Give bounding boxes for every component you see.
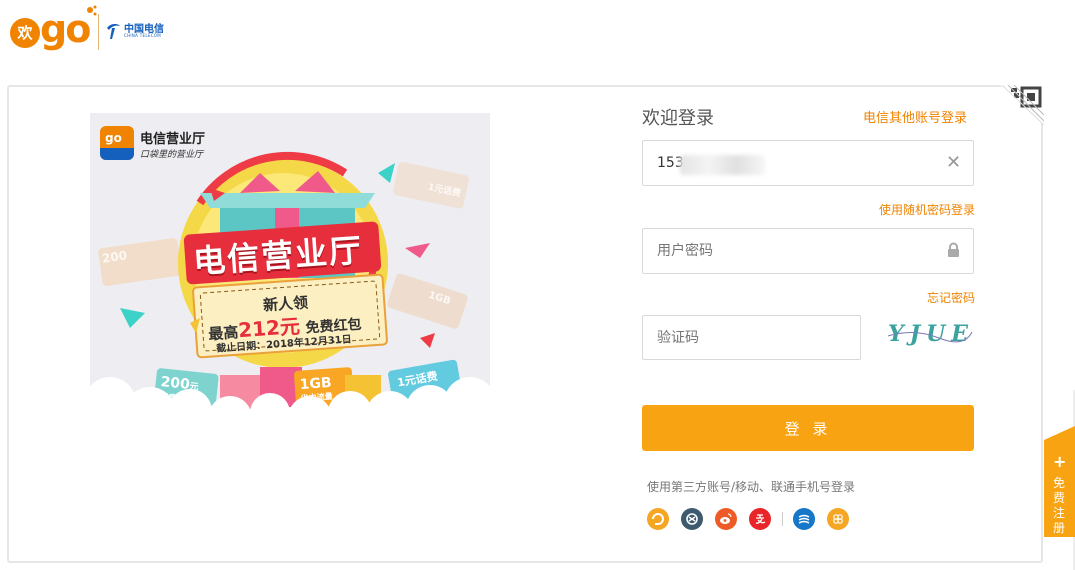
- app-name: 电信营业厅: [140, 132, 206, 147]
- register-tab-notch: [1044, 426, 1075, 440]
- free-register-tab[interactable]: + 免费注册: [1044, 426, 1075, 537]
- china-unicom-glyph: [833, 514, 843, 524]
- coupon-1gb: 1GB 省内流量: [299, 372, 333, 404]
- logo-divider: [98, 14, 99, 50]
- qq-icon[interactable]: [681, 508, 703, 530]
- social-separator: [782, 512, 783, 526]
- captcha-input[interactable]: [642, 315, 861, 360]
- logo-go-text: go: [40, 7, 91, 51]
- qr-code-icon[interactable]: [1000, 85, 1044, 125]
- promo-banner[interactable]: go 电信营业厅 口袋里的营业厅 电信营业厅 新人领 最高212元 免费红包 截…: [90, 113, 490, 443]
- captcha-image[interactable]: YJUE: [884, 316, 974, 350]
- login-button[interactable]: 登 录: [642, 405, 974, 451]
- china-unicom-icon[interactable]: [827, 508, 849, 530]
- telecom-en-text: CHINA TELECOM: [124, 33, 161, 38]
- banner-illustration: [90, 113, 490, 443]
- weibo-glyph: [720, 513, 732, 524]
- china-telecom-logo: 中国电信 CHINA TELECOM: [104, 18, 164, 42]
- clear-icon[interactable]: ✕: [946, 152, 961, 173]
- app-icon: go: [100, 126, 134, 160]
- password-field[interactable]: [642, 228, 974, 274]
- tianyi-glyph: [652, 513, 664, 525]
- app-slogan: 口袋里的营业厅: [140, 150, 204, 160]
- captcha-graphic: YJUE: [887, 321, 974, 347]
- ogo-logo[interactable]: 欢 go: [10, 3, 97, 53]
- weibo-icon[interactable]: [715, 508, 737, 530]
- logo-huan-circle: 欢: [10, 18, 40, 48]
- china-mobile-glyph: [798, 514, 810, 524]
- captcha-text: YJUE: [888, 321, 974, 347]
- account-masked-digits: [680, 155, 765, 175]
- third-party-login-title: 使用第三方账号/移动、联通手机号登录: [647, 480, 856, 494]
- logo-dots-icon: [87, 5, 97, 16]
- alipay-glyph: [755, 514, 766, 524]
- other-account-login-link[interactable]: 电信其他账号登录: [863, 107, 967, 126]
- china-mobile-icon[interactable]: [793, 508, 815, 530]
- tianyi-icon[interactable]: [647, 508, 669, 530]
- coupon-200-unit: 元: [188, 382, 199, 393]
- coupon-1gb-sub: 省内流量: [300, 391, 333, 404]
- random-password-login-link[interactable]: 使用随机密码登录: [879, 201, 975, 218]
- coupon-200: 200元 话费: [158, 371, 199, 407]
- telecom-swirl-icon: [107, 23, 120, 39]
- plus-icon: +: [1053, 452, 1067, 471]
- login-title: 欢迎登录: [642, 108, 714, 129]
- register-tab-label: 免费注册: [1053, 476, 1066, 535]
- alipay-icon[interactable]: [749, 508, 771, 530]
- lock-icon: [948, 242, 959, 257]
- qq-glyph: [686, 513, 698, 525]
- forgot-password-link[interactable]: 忘记密码: [927, 289, 975, 306]
